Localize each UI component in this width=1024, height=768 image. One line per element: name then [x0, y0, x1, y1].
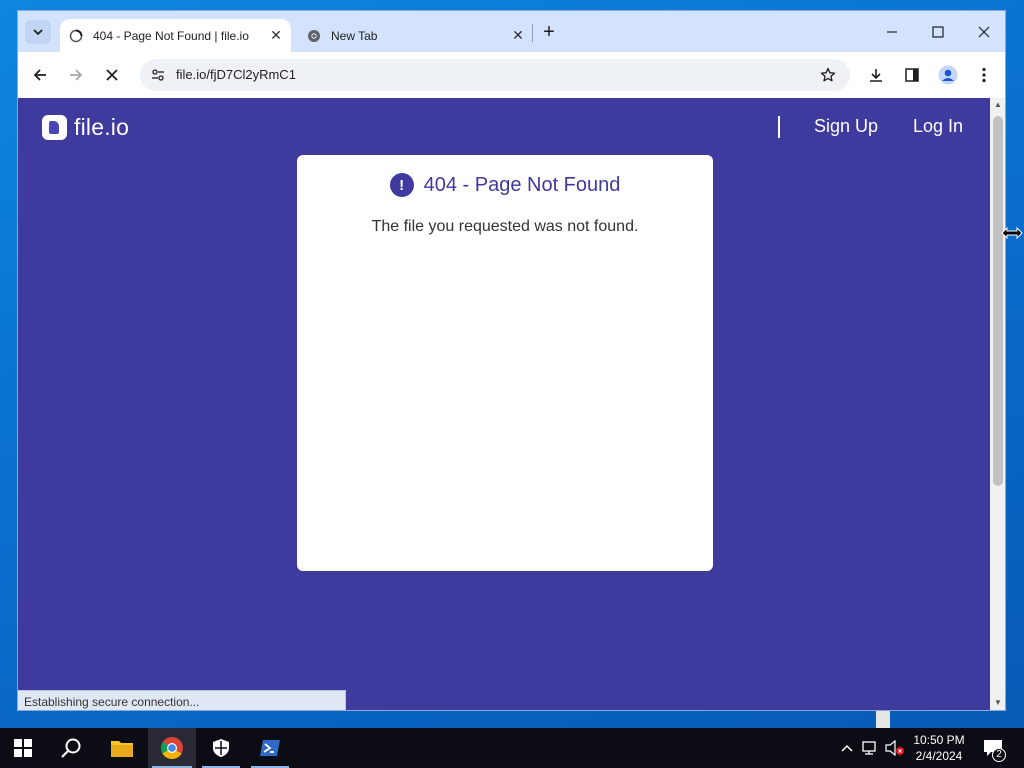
profile-avatar-icon — [938, 65, 958, 85]
loading-globe-icon — [68, 28, 84, 44]
chevron-down-icon — [33, 29, 43, 36]
exclamation-icon: ! — [389, 173, 414, 197]
login-link[interactable]: Log In — [913, 116, 963, 137]
scrollbar-thumb[interactable] — [993, 116, 1003, 486]
address-bar[interactable]: file.io/fjD7Cl2yRmC1 — [140, 59, 850, 91]
taskbar: 10:50 PM 2/4/2024 2 — [0, 728, 1024, 768]
downloads-button[interactable] — [863, 62, 889, 88]
volume-muted-icon — [885, 740, 904, 756]
minimize-icon — [887, 31, 897, 33]
error-heading: ! 404 - Page Not Found — [297, 173, 713, 197]
page-scrollbar[interactable]: ▲ ▼ — [990, 98, 1005, 710]
chrome-icon — [161, 737, 183, 759]
network-icon — [862, 741, 876, 755]
clock-date: 2/4/2024 — [915, 749, 963, 763]
close-window-button[interactable] — [961, 19, 1005, 45]
taskbar-search-button[interactable] — [48, 728, 94, 768]
show-hidden-icons-button[interactable] — [837, 728, 857, 768]
file-explorer-button[interactable] — [99, 728, 145, 768]
side-panel-icon — [905, 68, 919, 82]
signup-link[interactable]: Sign Up — [814, 116, 878, 137]
error-card: ! 404 - Page Not Found The file you requ… — [297, 155, 713, 571]
close-icon — [106, 69, 118, 81]
resize-cursor-icon — [1001, 226, 1023, 240]
scroll-up-arrow-icon[interactable]: ▲ — [993, 100, 1003, 110]
file-io-logo-icon — [42, 115, 67, 140]
arrow-right-icon — [70, 69, 83, 81]
close-tab-icon[interactable]: ✕ — [509, 27, 527, 45]
new-tab-button[interactable]: + — [538, 21, 560, 43]
side-panel-button[interactable] — [899, 62, 925, 88]
stop-loading-button[interactable] — [99, 62, 125, 88]
network-button[interactable] — [860, 728, 882, 768]
search-icon — [61, 738, 81, 758]
tab-title: New Tab — [331, 28, 378, 43]
system-clock[interactable]: 10:50 PM 2/4/2024 — [904, 732, 974, 764]
security-button[interactable] — [198, 728, 244, 768]
maximize-button[interactable] — [915, 19, 961, 45]
shield-icon — [213, 739, 229, 757]
tab-search-button[interactable] — [25, 20, 51, 44]
volume-button[interactable] — [884, 728, 906, 768]
folder-icon — [111, 741, 133, 757]
close-tab-icon[interactable]: ✕ — [267, 27, 285, 45]
tab-title: 404 - Page Not Found | file.io — [93, 28, 249, 43]
nav-divider — [778, 116, 780, 138]
chrome-icon — [306, 28, 322, 44]
bookmark-star-icon[interactable] — [818, 65, 838, 85]
profile-button[interactable] — [935, 62, 961, 88]
browser-toolbar: file.io/fjD7Cl2yRmC1 — [18, 52, 1005, 98]
url-text: file.io/fjD7Cl2yRmC1 — [176, 67, 296, 82]
tab-strip: 404 - Page Not Found | file.io ✕ New Tab… — [18, 11, 1005, 52]
powershell-button[interactable] — [247, 728, 293, 768]
notification-center-button[interactable]: 2 — [980, 728, 1008, 768]
menu-button[interactable] — [971, 62, 997, 88]
logo-text: file.io — [74, 114, 130, 140]
start-button[interactable] — [0, 728, 46, 768]
tab-separator — [532, 24, 533, 42]
scroll-down-arrow-icon[interactable]: ▼ — [993, 698, 1003, 708]
chevron-up-icon — [841, 744, 853, 752]
arrow-left-icon — [33, 69, 46, 81]
desktop-strip — [876, 711, 890, 728]
status-bubble: Establishing secure connection... — [18, 690, 346, 710]
error-message: The file you requested was not found. — [371, 218, 639, 235]
tab-file-io[interactable]: 404 - Page Not Found | file.io ✕ — [60, 19, 291, 52]
powershell-icon — [260, 740, 280, 756]
chrome-taskbar-button[interactable] — [148, 728, 196, 768]
tab-new-tab[interactable]: New Tab ✕ — [298, 19, 533, 52]
forward-button[interactable] — [63, 62, 89, 88]
maximize-icon — [932, 26, 944, 38]
download-icon — [870, 69, 882, 82]
site-settings-icon[interactable] — [148, 65, 168, 85]
clock-time: 10:50 PM — [913, 733, 965, 747]
back-button[interactable] — [27, 62, 53, 88]
error-title: 404 - Page Not Found — [423, 173, 621, 196]
notification-count-badge: 2 — [992, 748, 1006, 762]
windows-start-icon — [14, 739, 32, 757]
close-icon — [978, 26, 990, 38]
minimize-button[interactable] — [869, 19, 915, 45]
browser-window: 404 - Page Not Found | file.io ✕ New Tab… — [17, 10, 1006, 711]
kebab-menu-icon — [982, 67, 986, 83]
page-viewport: file.io Sign Up Log In ! 404 - Page Not … — [18, 98, 990, 710]
site-logo[interactable]: file.io — [42, 114, 129, 141]
